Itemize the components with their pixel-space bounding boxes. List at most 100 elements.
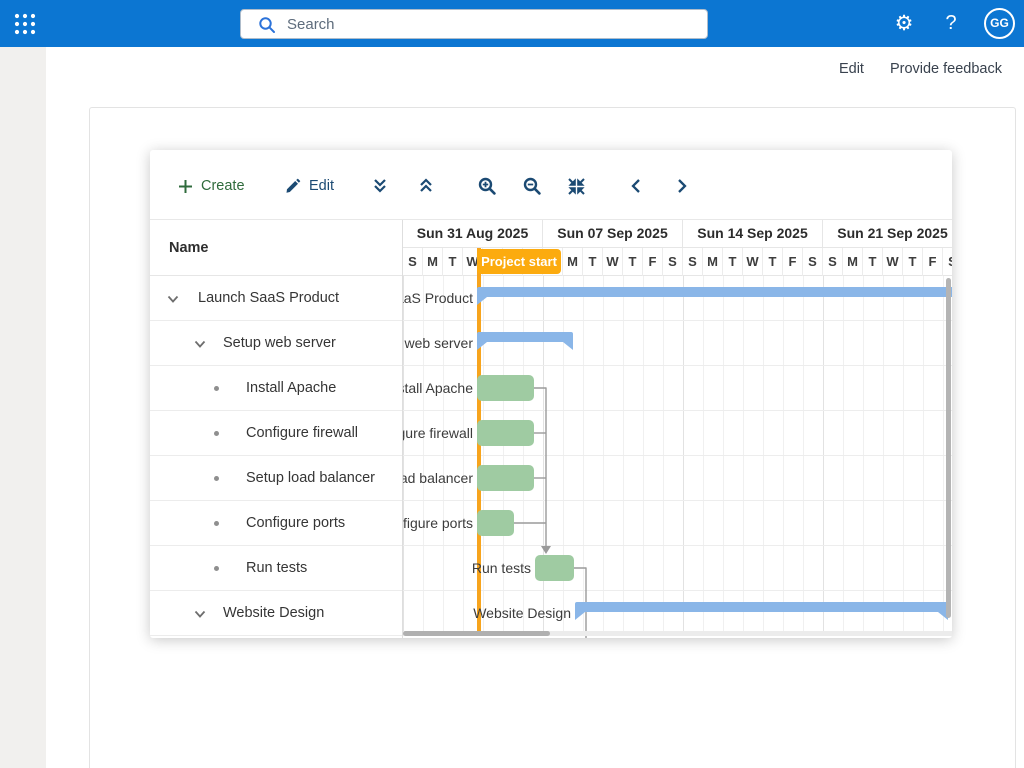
horizontal-scrollbar[interactable]: [403, 631, 550, 636]
summary-bar[interactable]: [477, 332, 573, 350]
task-name-label: Run tests: [246, 546, 307, 591]
day-header-cell: T: [723, 248, 743, 276]
chart-task-label: Configure ports: [403, 501, 473, 546]
task-bar[interactable]: [477, 465, 534, 491]
settings-gear-icon[interactable]: ⚙: [890, 9, 918, 37]
task-row[interactable]: Configure ports: [150, 501, 402, 546]
task-bar[interactable]: [477, 510, 514, 536]
timeline-day-header: SMTWTFSSMTWTFSSMTWTFSSMTWTFSProject star…: [403, 248, 952, 276]
day-header-cell: T: [863, 248, 883, 276]
plus-icon: [178, 179, 193, 194]
scroll-right-button[interactable]: [676, 172, 688, 200]
search-box[interactable]: [240, 9, 708, 39]
chart-task-label: Install Apache: [403, 366, 473, 411]
task-row[interactable]: Launch SaaS Product: [150, 276, 402, 321]
zoom-in-button[interactable]: [478, 172, 496, 200]
search-icon: [258, 16, 276, 34]
task-name-label: Configure ports: [246, 501, 345, 546]
name-column-header: Name: [150, 220, 402, 276]
chart-task-label: Configure firewall: [403, 411, 473, 456]
search-input[interactable]: [287, 11, 697, 37]
day-header-cell: M: [843, 248, 863, 276]
day-header-cell: S: [823, 248, 843, 276]
day-header-cell: W: [743, 248, 763, 276]
expand-all-button[interactable]: [372, 172, 388, 200]
day-header-cell: S: [683, 248, 703, 276]
gantt-body: Name Launch SaaS ProductSetup web server…: [150, 220, 952, 638]
week-header-cell: Sun 31 Aug 2025: [403, 220, 543, 248]
day-header-cell: T: [583, 248, 603, 276]
day-header-cell: S: [403, 248, 423, 276]
day-header-cell: T: [443, 248, 463, 276]
create-button[interactable]: Create: [178, 172, 245, 200]
chevron-right-icon: [676, 179, 688, 193]
day-header-cell: T: [903, 248, 923, 276]
day-header-cell: T: [623, 248, 643, 276]
day-header-cell: W: [603, 248, 623, 276]
task-name-label: Configure firewall: [246, 411, 358, 456]
vertical-scrollbar[interactable]: [946, 278, 951, 618]
task-row[interactable]: Setup web server: [150, 321, 402, 366]
collapse-all-button[interactable]: [418, 172, 434, 200]
chevron-left-icon: [630, 179, 642, 193]
left-sidebar-rail: [0, 47, 46, 768]
week-header-cell: Sun 21 Sep 2025: [823, 220, 952, 248]
page-actions: Edit Provide feedback: [839, 61, 1002, 77]
task-name-label: Launch SaaS Product: [198, 276, 339, 321]
task-name-label: Website Design: [223, 591, 324, 636]
day-header-cell: S: [943, 248, 952, 276]
chevron-down-icon[interactable]: [193, 607, 207, 621]
project-start-badge: Project start: [477, 249, 561, 274]
app-grid-icon[interactable]: [13, 12, 37, 36]
scroll-left-button[interactable]: [630, 172, 642, 200]
gantt-widget: Create Edit: [150, 150, 952, 638]
zoom-out-button[interactable]: [523, 172, 541, 200]
task-bar[interactable]: [477, 420, 534, 446]
task-bar[interactable]: [535, 555, 574, 581]
task-name-label: Install Apache: [246, 366, 336, 411]
zoom-to-fit-icon: [568, 178, 585, 195]
bullet-icon: [214, 476, 219, 481]
pencil-icon: [285, 178, 301, 194]
bullet-icon: [214, 386, 219, 391]
user-avatar[interactable]: GG: [984, 8, 1015, 39]
task-row[interactable]: Run tests: [150, 546, 402, 591]
task-row[interactable]: Install Apache: [150, 366, 402, 411]
day-header-cell: F: [783, 248, 803, 276]
task-name-label: Setup web server: [223, 321, 336, 366]
chart-task-label: Setup web server: [403, 321, 473, 366]
bullet-icon: [214, 521, 219, 526]
chevron-down-icon[interactable]: [193, 337, 207, 351]
day-header-cell: F: [643, 248, 663, 276]
summary-bar[interactable]: [477, 287, 952, 305]
day-header-cell: M: [423, 248, 443, 276]
task-row[interactable]: Website Design: [150, 591, 402, 636]
task-name-column: Name Launch SaaS ProductSetup web server…: [150, 220, 403, 638]
day-header-cell: W: [883, 248, 903, 276]
help-icon[interactable]: ?: [938, 9, 964, 37]
week-header-cell: Sun 14 Sep 2025: [683, 220, 823, 248]
chevron-down-icon[interactable]: [166, 292, 180, 306]
summary-bar[interactable]: [575, 602, 948, 620]
task-row[interactable]: Configure firewall: [150, 411, 402, 456]
double-chevron-down-icon: [372, 178, 388, 194]
top-navigation-bar: ⚙ ? GG: [0, 0, 1024, 47]
chart-task-label: Website Design: [403, 591, 571, 636]
zoom-to-fit-button[interactable]: [568, 172, 585, 200]
gantt-toolbar: Create Edit: [150, 150, 952, 220]
create-button-label: Create: [201, 178, 245, 194]
task-row[interactable]: Setup load balancer: [150, 456, 402, 501]
page-edit-link[interactable]: Edit: [839, 61, 864, 77]
day-header-cell: S: [663, 248, 683, 276]
chart-task-label: Launch SaaS Product: [403, 276, 473, 321]
task-bar[interactable]: [477, 375, 534, 401]
week-header-cell: Sun 07 Sep 2025: [543, 220, 683, 248]
chart-task-label: Setup load balancer: [403, 456, 473, 501]
task-name-label: Setup load balancer: [246, 456, 375, 501]
chart-task-label: Run tests: [403, 546, 531, 591]
day-header-cell: M: [563, 248, 583, 276]
provide-feedback-link[interactable]: Provide feedback: [890, 61, 1002, 77]
gantt-chart-area: Launch SaaS ProductSetup web serverInsta…: [403, 276, 952, 638]
edit-button[interactable]: Edit: [285, 172, 334, 200]
bullet-icon: [214, 431, 219, 436]
